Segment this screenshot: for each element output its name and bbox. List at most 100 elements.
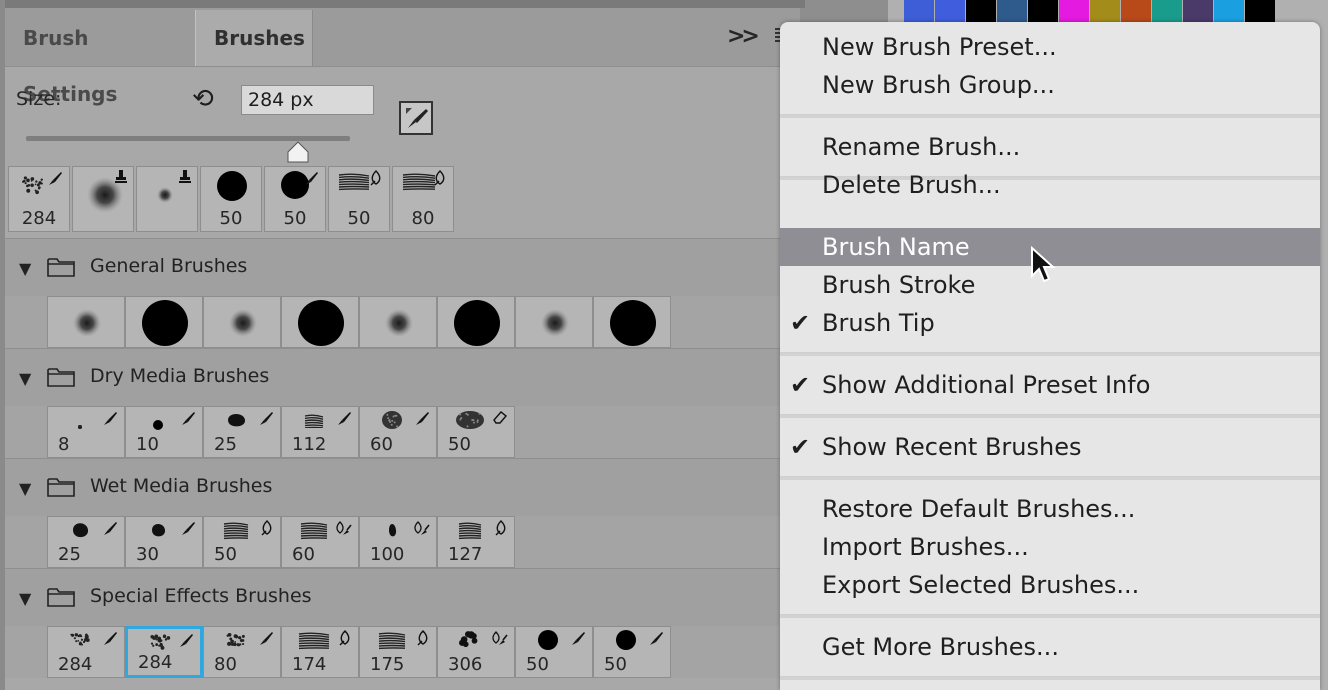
recent-brush-item[interactable]: [136, 166, 198, 232]
brush-group-header[interactable]: ▼ General Brushes: [5, 238, 800, 297]
brush-tip-preview: [381, 410, 403, 434]
brush-tip-preview: [298, 300, 344, 350]
tab-brush-settings[interactable]: Brush Settings: [5, 10, 193, 66]
brush-icon: [258, 630, 274, 650]
tab-brushes[interactable]: Brushes: [195, 10, 313, 66]
chevron-down-icon[interactable]: ▼: [19, 589, 31, 608]
color-swatch[interactable]: [1028, 0, 1058, 22]
brush-preset-item[interactable]: 50: [437, 406, 515, 458]
brush-preset-item[interactable]: [281, 296, 359, 348]
color-swatch[interactable]: [1245, 0, 1275, 22]
wet-brush-icon: [494, 520, 508, 540]
brush-tip-preview: [538, 630, 558, 654]
brush-size-label: 25: [58, 544, 124, 565]
brush-group-row: [5, 296, 800, 348]
brush-group-header[interactable]: ▼ Special Effects Brushes: [5, 568, 800, 627]
brush-preset-item[interactable]: 60: [281, 516, 359, 568]
recent-brush-item[interactable]: 80: [392, 166, 454, 232]
color-swatch[interactable]: [904, 0, 934, 22]
brush-preset-item[interactable]: 50: [515, 626, 593, 678]
menu-item-export-selected-brushes[interactable]: Export Selected Brushes...: [780, 566, 1320, 604]
double-chevron-right-icon[interactable]: >>: [727, 24, 756, 49]
brush-group-title: Dry Media Brushes: [90, 365, 269, 387]
brush-preset-item[interactable]: 10: [125, 406, 203, 458]
brush-tip-preview: [153, 415, 163, 434]
brush-tip-preview: [616, 630, 636, 654]
brush-size-label: 175: [370, 654, 436, 675]
color-swatch[interactable]: [1183, 0, 1213, 22]
wet-brush-icon: [416, 630, 430, 650]
color-swatch[interactable]: [1214, 0, 1244, 22]
brush-preset-item[interactable]: [125, 296, 203, 348]
brush-preset-item[interactable]: [359, 296, 437, 348]
recent-brush-item[interactable]: 284: [8, 166, 70, 232]
recent-brush-item[interactable]: 50: [200, 166, 262, 232]
brush-preset-item[interactable]: 306: [437, 626, 515, 678]
menu-item-new-brush-preset[interactable]: New Brush Preset...: [780, 28, 1320, 66]
brush-tip-preview: [73, 309, 101, 341]
brush-preset-item[interactable]: 25: [203, 406, 281, 458]
menu-item-rename-brush[interactable]: Rename Brush...: [780, 128, 1320, 166]
menu-item-label: Brush Tip: [822, 309, 935, 337]
brush-size-label: 50: [329, 208, 389, 229]
brush-preset-item[interactable]: [515, 296, 593, 348]
color-swatch[interactable]: [1121, 0, 1151, 22]
color-swatch[interactable]: [935, 0, 965, 22]
brush-group-title: General Brushes: [90, 255, 247, 277]
brush-preset-item[interactable]: 50: [593, 626, 671, 678]
menu-item-get-more-brushes[interactable]: Get More Brushes...: [780, 628, 1320, 666]
brush-preset-item[interactable]: 174: [281, 626, 359, 678]
color-swatch[interactable]: [966, 0, 996, 22]
recent-brush-item[interactable]: 50: [264, 166, 326, 232]
brush-size-label: 50: [201, 208, 261, 229]
color-swatch[interactable]: [1152, 0, 1182, 22]
menu-item-label: New Brush Group...: [822, 71, 1055, 99]
menu-item-show-recent-brushes[interactable]: ✔ Show Recent Brushes: [780, 428, 1320, 466]
menu-item-label: Import Brushes...: [822, 533, 1029, 561]
color-swatch[interactable]: [1090, 0, 1120, 22]
brush-size-label: 100: [370, 544, 436, 565]
brush-preset-item[interactable]: [47, 296, 125, 348]
color-swatch[interactable]: [997, 0, 1027, 22]
size-input[interactable]: [241, 85, 374, 115]
brush-preset-item[interactable]: 8: [47, 406, 125, 458]
recent-brush-item[interactable]: [72, 166, 134, 232]
menu-item-import-brushes[interactable]: Import Brushes...: [780, 528, 1320, 566]
brush-preset-item[interactable]: [437, 296, 515, 348]
brush-preset-item[interactable]: 30: [125, 516, 203, 568]
brush-preset-item[interactable]: 284: [125, 626, 203, 678]
new-brush-icon[interactable]: [399, 101, 433, 135]
brush-icon: [258, 410, 274, 430]
chevron-down-icon[interactable]: ▼: [19, 479, 31, 498]
brush-preset-item[interactable]: 112: [281, 406, 359, 458]
brush-preset-item[interactable]: 50: [203, 516, 281, 568]
menu-item-restore-default-brushes[interactable]: Restore Default Brushes...: [780, 490, 1320, 528]
menu-separator: [780, 114, 1320, 118]
folder-icon: [47, 587, 75, 607]
brush-tip-preview: [148, 520, 168, 544]
brush-preset-item[interactable]: 80: [203, 626, 281, 678]
menu-item-show-additional-preset-info[interactable]: ✔ Show Additional Preset Info: [780, 366, 1320, 404]
menu-item-new-brush-group[interactable]: New Brush Group...: [780, 66, 1320, 104]
brush-size-label: 8: [58, 434, 124, 455]
color-swatch[interactable]: [1059, 0, 1089, 22]
brush-preset-item[interactable]: [593, 296, 671, 348]
menu-item-brush-tip[interactable]: ✔ Brush Tip: [780, 304, 1320, 342]
brush-preset-item[interactable]: 25: [47, 516, 125, 568]
brush-group-header[interactable]: ▼ Wet Media Brushes: [5, 458, 800, 517]
brush-preset-item[interactable]: 60: [359, 406, 437, 458]
brush-group-header[interactable]: ▼ Dry Media Brushes: [5, 348, 800, 407]
menu-item-label: Delete Brush...: [822, 171, 1001, 199]
menu-item-delete-brush[interactable]: Delete Brush...: [780, 166, 1320, 204]
brush-preset-item[interactable]: 175: [359, 626, 437, 678]
reset-size-icon[interactable]: ⟲: [192, 86, 214, 112]
brush-preset-item[interactable]: 100: [359, 516, 437, 568]
recent-brush-item[interactable]: 50: [328, 166, 390, 232]
chevron-down-icon[interactable]: ▼: [19, 259, 31, 278]
brush-preset-item[interactable]: 284: [47, 626, 125, 678]
chevron-down-icon[interactable]: ▼: [19, 369, 31, 388]
brush-tip-preview: [303, 412, 325, 432]
brush-tip-preview: [455, 410, 485, 434]
brush-preset-item[interactable]: 127: [437, 516, 515, 568]
brush-preset-item[interactable]: [203, 296, 281, 348]
